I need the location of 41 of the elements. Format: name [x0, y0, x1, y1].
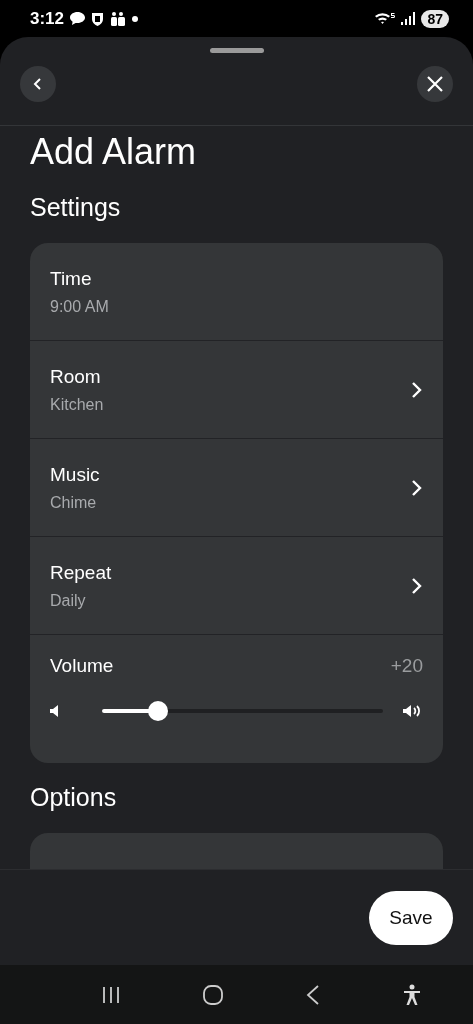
slider-thumb[interactable] [148, 701, 169, 721]
clock-time: 3:12 [30, 8, 65, 29]
battery-level: 87 [421, 9, 449, 28]
setting-value: Chime [50, 493, 98, 512]
setting-label: Volume [50, 655, 114, 677]
close-icon [426, 75, 444, 93]
section-heading: Settings [30, 192, 122, 223]
section-heading: Options [30, 782, 118, 813]
accessibility-icon[interactable] [403, 983, 422, 1006]
recent-apps-icon[interactable] [101, 985, 120, 1004]
chat-bubble-icon [70, 12, 86, 25]
people-icon [110, 11, 127, 26]
setting-label: Repeat [50, 561, 113, 584]
drag-handle[interactable] [209, 48, 264, 53]
setting-value: 9:00 AM [50, 297, 110, 316]
signal-icon [401, 12, 416, 25]
volume-slider[interactable] [102, 701, 383, 721]
shield-icon [91, 11, 105, 26]
setting-label: Music [50, 463, 101, 486]
speaker-high-icon [403, 704, 423, 718]
setting-row[interactable]: Repeat Daily [30, 537, 443, 635]
back-button[interactable] [20, 66, 56, 102]
setting-value: Kitchen [50, 395, 105, 414]
page-title: Add Alarm [30, 131, 198, 173]
setting-label: Time [50, 267, 93, 290]
chevron-right-icon [411, 478, 423, 497]
chevron-right-icon [411, 380, 423, 399]
chevron-right-icon [411, 576, 423, 595]
back-icon[interactable] [306, 984, 321, 1005]
speaker-low-icon [50, 705, 60, 717]
setting-value: Daily [50, 591, 87, 610]
close-button[interactable] [417, 66, 453, 102]
home-icon[interactable] [202, 984, 223, 1005]
setting-row[interactable]: Time 9:00 AM [30, 243, 443, 341]
wifi-icon [375, 11, 396, 26]
save-button[interactable]: Save [369, 890, 453, 945]
setting-row[interactable]: Room Kitchen [30, 341, 443, 439]
volume-value: +20 [390, 655, 423, 677]
dot-icon [132, 15, 139, 22]
setting-label: Room [50, 365, 102, 388]
setting-row[interactable]: Music Chime [30, 439, 443, 537]
